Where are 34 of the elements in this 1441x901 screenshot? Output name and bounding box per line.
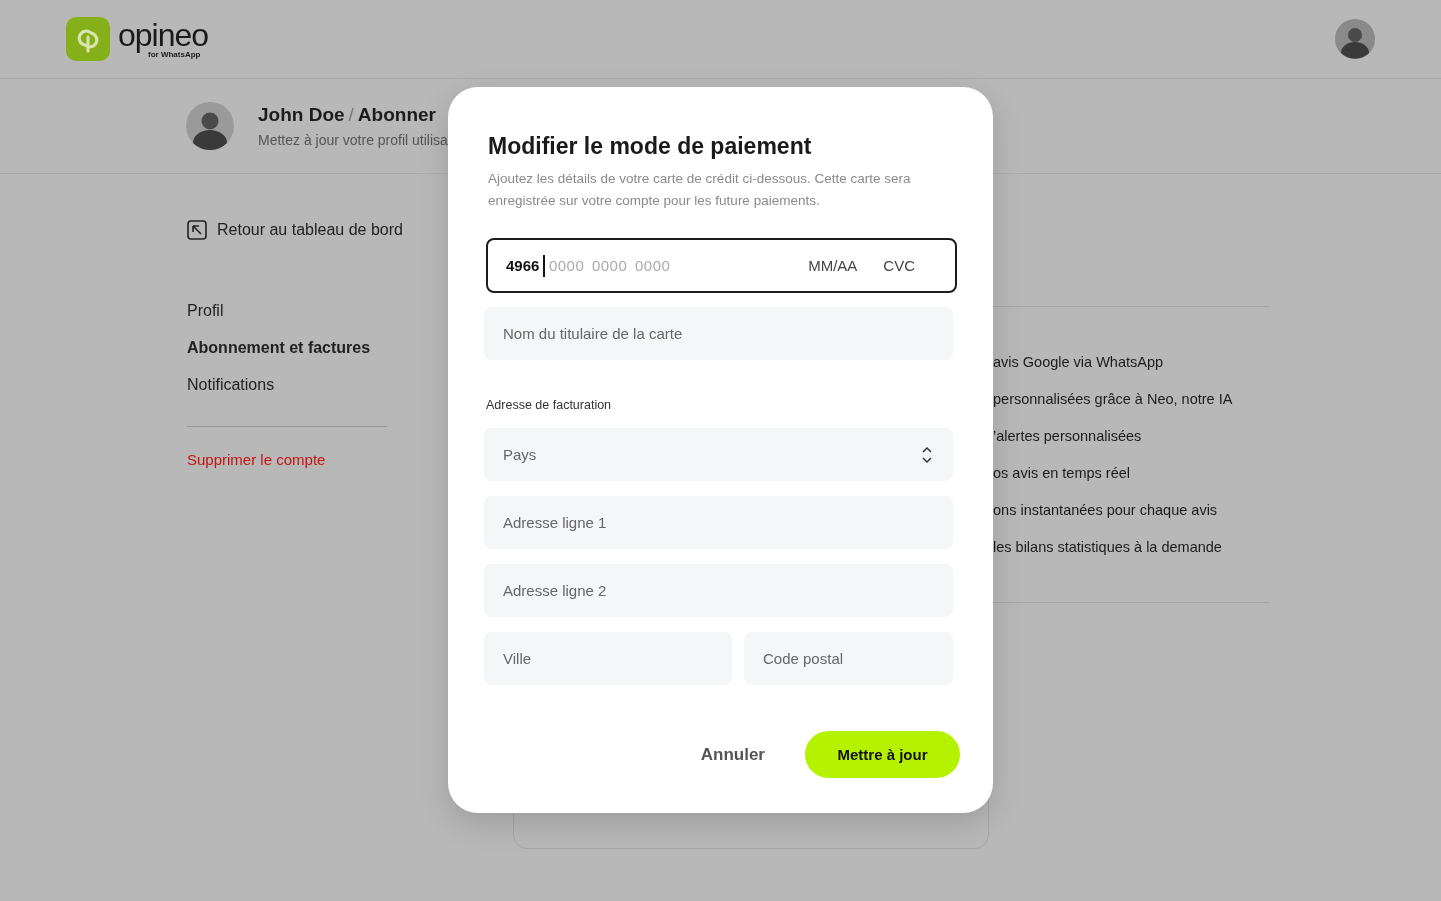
section-label: Adresse de facturation bbox=[486, 398, 613, 412]
address-field[interactable]: Adresse ligne 1 bbox=[484, 496, 953, 549]
user-name: John Doe bbox=[258, 104, 345, 126]
arrow-up-left-icon bbox=[187, 220, 207, 240]
breadcrumb-separator: / bbox=[348, 104, 354, 126]
avatar bbox=[186, 102, 234, 150]
card-number-placeholder: 0000 0000 0000 bbox=[548, 257, 671, 274]
feature-text: personnalisées grâce à Neo, notre IA bbox=[993, 390, 1234, 409]
card-details-field[interactable]: 4966 0000 0000 0000 MM/AA CVC bbox=[486, 238, 957, 293]
chevron-up-down-icon bbox=[921, 445, 933, 464]
city-field[interactable]: Ville bbox=[484, 632, 732, 685]
modal-description: Ajoutez les détails de votre carte de crédit ci-dessous. Cette carte sera enregistrée sur votre compte pour les future paiements. bbox=[488, 170, 912, 210]
card-number-value: 4966 bbox=[506, 257, 540, 274]
page-title: Abonner bbox=[357, 104, 436, 126]
feature-text: ’alertes personnalisées bbox=[993, 427, 1143, 446]
modal-title: Modifier le mode de paiement bbox=[488, 133, 813, 160]
feature-text: avis Google via WhatsApp bbox=[993, 353, 1165, 372]
back-link[interactable]: Retour au tableau de bord bbox=[187, 220, 513, 240]
address-field[interactable]: Adresse ligne 2 bbox=[484, 564, 953, 617]
cardholder-field[interactable]: Nom du titulaire de la carte bbox=[484, 307, 953, 360]
postal-code-field[interactable]: Code postal bbox=[744, 632, 953, 685]
logo-icon bbox=[66, 17, 110, 61]
avatar[interactable] bbox=[1335, 19, 1375, 59]
logo-tagline: for WhatsApp bbox=[148, 49, 201, 59]
cvc-field[interactable]: CVC bbox=[883, 257, 915, 274]
expiry-field[interactable]: MM/AA bbox=[808, 257, 858, 274]
text-cursor bbox=[543, 254, 545, 277]
update-button[interactable]: Mettre à jour bbox=[805, 731, 960, 778]
feature-text: les bilans statistiques à la demande bbox=[993, 538, 1223, 557]
country-select[interactable]: Pays bbox=[484, 428, 953, 481]
feature-text: ons instantanées pour chaque avis bbox=[993, 501, 1219, 520]
cancel-button[interactable]: Annuler bbox=[700, 738, 765, 771]
profile-subtitle: Mettez à jour votre profil utilisa bbox=[258, 132, 448, 148]
feature-text: os avis en temps réel bbox=[993, 464, 1131, 483]
